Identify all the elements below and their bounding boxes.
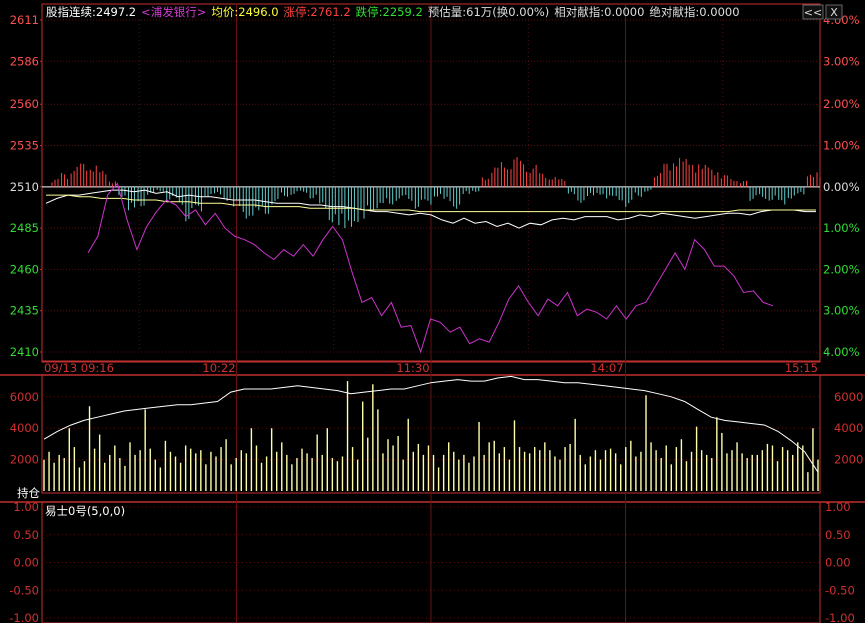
indicator-tick-label-right: 0.50 bbox=[825, 528, 851, 542]
volume-tick-label: 2000 bbox=[10, 453, 39, 467]
percent-tick-label: 3.00% bbox=[823, 54, 860, 68]
header-item-1: <浦发银行> bbox=[141, 5, 206, 19]
price-tick-label: 2535 bbox=[10, 139, 39, 153]
price-tick-label: 2560 bbox=[10, 97, 39, 111]
header-item-5: 预估量:61万(换0.00%) bbox=[428, 5, 550, 19]
header-item-6: 相对献指:0.0000 bbox=[554, 5, 644, 19]
percent-tick-label: 1.00% bbox=[823, 139, 860, 153]
time-axis-label: 10:22 bbox=[202, 361, 235, 375]
indicator-tick-label: -0.50 bbox=[9, 583, 39, 597]
percent-tick-label: 2.00% bbox=[823, 97, 860, 111]
percent-tick-label: 0.00% bbox=[823, 180, 860, 194]
collapse-button[interactable]: << bbox=[802, 4, 824, 20]
indicator-tick-label-right: -1.00 bbox=[825, 611, 855, 623]
percent-tick-label: 4.00% bbox=[823, 345, 860, 359]
close-icon: X bbox=[830, 6, 838, 19]
price-tick-label: 2586 bbox=[10, 54, 39, 68]
price-tick-label: 2510 bbox=[10, 180, 39, 194]
indicator-tick-label-right: -0.50 bbox=[825, 583, 855, 597]
price-tick-label: 2435 bbox=[10, 304, 39, 318]
time-axis-label: 09/13 09:16 bbox=[44, 361, 114, 375]
percent-tick-label: 3.00% bbox=[823, 304, 860, 318]
time-axis-label: 11:30 bbox=[396, 361, 429, 375]
chart-frame bbox=[0, 3, 865, 623]
volume-tick-label-right: 6000 bbox=[834, 390, 863, 404]
volume-tick-label: 4000 bbox=[10, 421, 39, 435]
indicator-tick-label-right: 0.00 bbox=[825, 556, 851, 570]
percent-tick-label: 1.00% bbox=[823, 221, 860, 235]
collapse-button-label: << bbox=[804, 6, 822, 19]
volume-tick-label: 6000 bbox=[10, 390, 39, 404]
indicator-tick-label: -1.00 bbox=[9, 611, 39, 623]
header-item-3: 涨停:2761.2 bbox=[284, 5, 351, 19]
percent-tick-label: 2.00% bbox=[823, 262, 860, 276]
indicator-tick-label: 1.00 bbox=[13, 500, 39, 514]
price-tick-label: 2410 bbox=[10, 345, 39, 359]
header-item-0: 股指连续:2497.2 bbox=[46, 5, 136, 19]
price-tick-label: 2611 bbox=[10, 13, 39, 27]
price-tick-label: 2485 bbox=[10, 221, 39, 235]
indicator-tick-label-right: 1.00 bbox=[825, 500, 851, 514]
price-tick-label: 2460 bbox=[10, 262, 39, 276]
volume-panel: 6000 6000 4000 4000 2000 2000 bbox=[10, 375, 863, 491]
volume-panel-label: 持仓 bbox=[17, 486, 40, 500]
indicator-tick-label: 0.00 bbox=[13, 556, 39, 570]
volume-tick-label-right: 2000 bbox=[834, 453, 863, 467]
header-item-4: 跌停:2259.2 bbox=[356, 5, 423, 19]
header-item-7: 绝对献指:0.0000 bbox=[649, 5, 739, 19]
header-info-bar: 股指连续:2497.2 <浦发银行> 均价:2496.0 涨停:2761.2 跌停:22… bbox=[46, 5, 740, 19]
price-panel: 2611 2586 2560 2535 2510 2485 2460 2435 2410 4.00… bbox=[10, 13, 860, 375]
time-axis-label: 14:07 bbox=[590, 361, 623, 375]
volume-tick-label-right: 4000 bbox=[834, 421, 863, 435]
close-button[interactable]: X bbox=[825, 4, 843, 20]
indicator-panel-label: 易士0号(5,0,0) bbox=[45, 504, 125, 518]
header-item-2: 均价:2496.0 bbox=[211, 5, 278, 19]
time-axis-label: 15:15 bbox=[785, 361, 818, 375]
indicator-panel: 1.00 1.00 0.50 0.50 0.00 0.00 -0.50 -0.50 -1.00 -… bbox=[9, 500, 855, 623]
chart-canvas: 2611 2586 2560 2535 2510 2485 2460 2435 2410 4.00… bbox=[0, 3, 865, 623]
chart-grid bbox=[42, 4, 820, 623]
indicator-tick-label: 0.50 bbox=[13, 528, 39, 542]
